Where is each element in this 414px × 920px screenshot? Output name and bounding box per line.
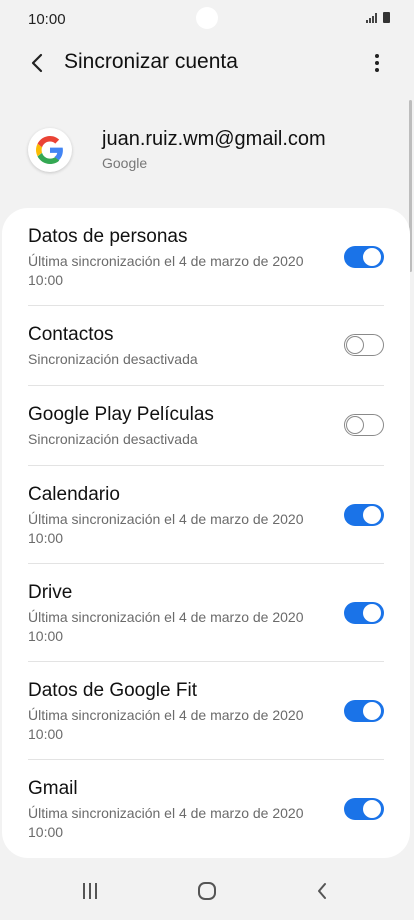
- sync-toggle[interactable]: [344, 700, 384, 722]
- app-bar: Sincronizar cuenta: [0, 40, 414, 86]
- sync-item[interactable]: Contactos Sincronización desactivada: [2, 306, 410, 386]
- sync-item-title: Datos de personas: [28, 226, 188, 247]
- camera-cutout: [196, 7, 218, 29]
- more-options-button[interactable]: [362, 48, 392, 78]
- sync-item[interactable]: Drive Última sincronización el 4 de marzo…: [2, 564, 410, 662]
- status-time: 10:00: [28, 11, 66, 28]
- toggle-knob: [362, 247, 382, 267]
- sync-item-title: Calendario: [28, 484, 120, 505]
- toggle-knob: [346, 336, 364, 354]
- sync-item[interactable]: Google Play Películas Sincronización desa…: [2, 386, 410, 466]
- back-button[interactable]: [22, 48, 52, 78]
- google-logo-icon: [28, 128, 72, 172]
- battery-icon: [383, 12, 390, 23]
- home-button[interactable]: [187, 876, 227, 906]
- nav-back-icon: [318, 883, 326, 899]
- navigation-bar: [0, 862, 414, 920]
- sync-item-title: Drive: [28, 582, 73, 603]
- toggle-knob: [346, 416, 364, 434]
- signal-icon: [366, 13, 377, 23]
- toggle-knob: [362, 505, 382, 525]
- chevron-left-icon: [31, 53, 43, 73]
- sync-item-title: Datos de Google Fit: [28, 680, 197, 701]
- sync-item-title: Contactos: [28, 324, 114, 345]
- sync-toggle[interactable]: [344, 798, 384, 820]
- status-icons: [366, 12, 390, 23]
- account-provider: Google: [102, 155, 148, 171]
- sync-item-title: Gmail: [28, 778, 78, 799]
- sync-item[interactable]: Gmail Última sincronización el 4 de marzo…: [2, 760, 410, 858]
- sync-item-status: Última sincronización el 4 de marzo de 2…: [28, 805, 304, 840]
- sync-item-title: Google Play Películas: [28, 404, 214, 425]
- sync-item-status: Última sincronización el 4 de marzo de 2…: [28, 609, 304, 644]
- nav-back-button[interactable]: [302, 876, 342, 906]
- sync-item[interactable]: Calendario Última sincronización el 4 de …: [2, 466, 410, 564]
- sync-toggle[interactable]: [344, 504, 384, 526]
- sync-toggle[interactable]: [344, 414, 384, 436]
- account-email: juan.ruiz.wm@gmail.com: [102, 128, 326, 150]
- recents-button[interactable]: [70, 876, 110, 906]
- home-icon: [198, 882, 216, 900]
- status-bar: 10:00: [0, 0, 414, 40]
- sync-toggle[interactable]: [344, 246, 384, 268]
- sync-item-status: Última sincronización el 4 de marzo de 2…: [28, 253, 304, 288]
- sync-toggle[interactable]: [344, 334, 384, 356]
- more-vert-icon: [375, 54, 379, 58]
- account-header: juan.ruiz.wm@gmail.com Google: [0, 120, 414, 190]
- sync-item-status: Sincronización desactivada: [28, 351, 198, 367]
- sync-item-status: Sincronización desactivada: [28, 431, 198, 447]
- sync-list: Datos de personas Última sincronización e…: [2, 208, 410, 858]
- toggle-knob: [362, 799, 382, 819]
- sync-item-status: Última sincronización el 4 de marzo de 2…: [28, 511, 304, 546]
- sync-toggle[interactable]: [344, 602, 384, 624]
- sync-item[interactable]: Datos de personas Última sincronización e…: [2, 208, 410, 306]
- toggle-knob: [362, 603, 382, 623]
- toggle-knob: [362, 701, 382, 721]
- recents-icon: [83, 883, 97, 899]
- sync-item[interactable]: Datos de Google Fit Última sincronización…: [2, 662, 410, 760]
- page-title: Sincronizar cuenta: [64, 50, 238, 73]
- sync-item-status: Última sincronización el 4 de marzo de 2…: [28, 707, 304, 742]
